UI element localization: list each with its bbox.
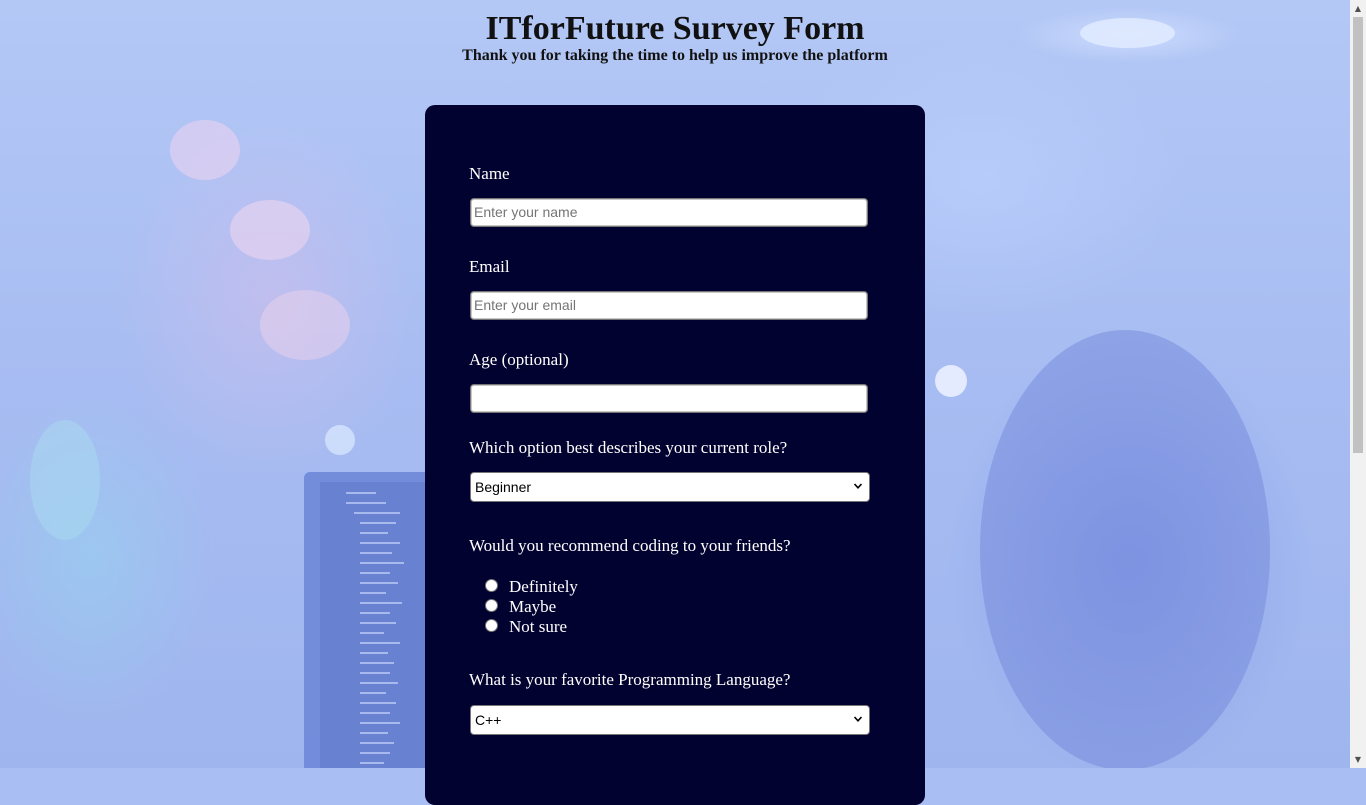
role-label: Which option best describes your current… [469, 438, 788, 457]
language-label: What is your favorite Programming Langua… [469, 670, 791, 689]
email-label: Email [469, 257, 510, 276]
age-label: Age (optional) [469, 350, 569, 369]
recommend-label: Would you recommend coding to your frien… [469, 536, 791, 555]
name-input[interactable]: Enter your name [470, 198, 868, 227]
triangle-up-icon[interactable]: ▲ [1350, 0, 1366, 17]
triangle-down-icon[interactable]: ▼ [1350, 751, 1366, 768]
vertical-scrollbar[interactable]: ▲ ▼ [1350, 0, 1366, 768]
laptop-graphic [304, 472, 434, 768]
radio-label: Maybe [509, 597, 557, 616]
radio-label: Definitely [509, 577, 578, 596]
role-selected-value: Beginner [475, 479, 532, 495]
language-selected-value: C++ [475, 712, 502, 728]
email-placeholder: Enter your email [474, 297, 576, 313]
page-title: ITforFuture Survey Form [485, 10, 865, 47]
chevron-down-icon [853, 716, 863, 722]
radio-button[interactable] [485, 579, 498, 592]
language-select[interactable]: C++ [470, 705, 870, 735]
age-input[interactable] [470, 384, 868, 413]
radio-button[interactable] [485, 599, 498, 612]
chevron-down-icon [853, 483, 863, 489]
name-label: Name [469, 164, 510, 183]
radio-button[interactable] [485, 619, 498, 632]
page-subtitle: Thank you for taking the time to help us… [462, 47, 888, 64]
radio-label: Not sure [509, 617, 568, 636]
role-select[interactable]: Beginner [470, 472, 870, 502]
email-input[interactable]: Enter your email [470, 291, 868, 320]
name-placeholder: Enter your name [474, 204, 578, 220]
scrollbar-thumb[interactable] [1353, 17, 1363, 453]
survey-form: Name Enter your name Email Enter your em… [425, 105, 925, 805]
